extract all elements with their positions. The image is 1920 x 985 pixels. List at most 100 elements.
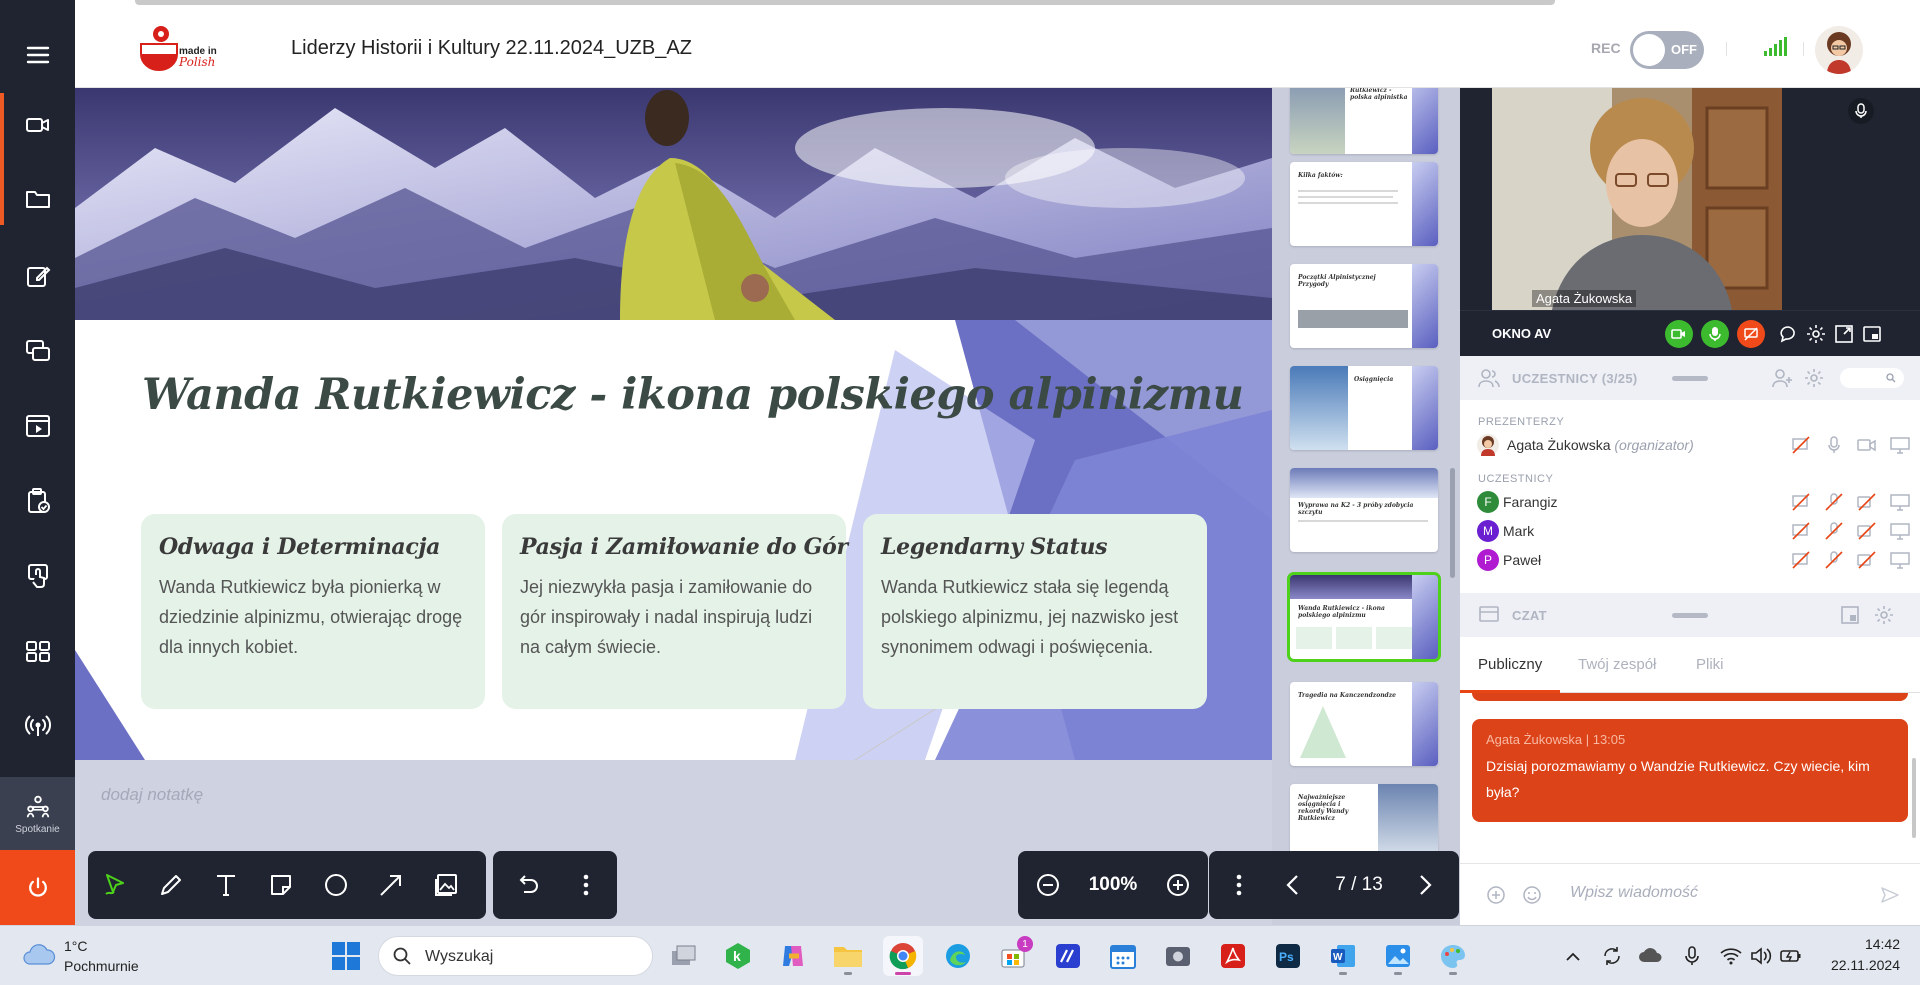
microphone-tray-icon[interactable] — [1680, 944, 1704, 968]
chat-message[interactable]: Agata Żukowska | 13:05 Dzisiaj porozmawi… — [1472, 719, 1908, 822]
resize-handle[interactable] — [1672, 376, 1708, 381]
taskbar-app-store[interactable]: 1 — [993, 936, 1033, 976]
slide-thumbnail[interactable]: Początki Alpinistycznej Przygody — [1290, 264, 1438, 348]
presenter-row[interactable]: Agata Żukowska (organizator) — [1477, 432, 1910, 458]
taskbar-app-explorer[interactable] — [828, 936, 868, 976]
av-settings-button[interactable] — [1804, 322, 1828, 346]
taskbar-app-photos[interactable] — [1378, 936, 1418, 976]
weather-description[interactable]: Pochmurnie — [64, 958, 139, 974]
taskbar-app-chrome[interactable] — [883, 936, 923, 976]
screen-share-toggle-button[interactable] — [1737, 320, 1765, 348]
participants-search[interactable] — [1840, 368, 1904, 388]
slide-options-button[interactable] — [1209, 851, 1269, 919]
chat-header[interactable]: CZAT — [1460, 593, 1920, 637]
chat-message-input[interactable] — [1570, 884, 1860, 902]
screen-share-off-icon[interactable] — [1789, 519, 1812, 542]
more-tools-button[interactable] — [561, 851, 611, 919]
gear-icon[interactable] — [1874, 605, 1894, 625]
chat-scrollbar[interactable] — [1912, 758, 1916, 838]
microphone-icon[interactable] — [1822, 433, 1845, 456]
monitor-icon[interactable] — [1888, 548, 1911, 571]
taskbar-search[interactable]: Wyszukaj — [378, 936, 653, 976]
sticky-note-tool-button[interactable] — [253, 851, 308, 919]
next-slide-button[interactable] — [1399, 851, 1449, 919]
taskbar-clock-date[interactable]: 22.11.2024 — [1820, 957, 1900, 973]
weather-temperature[interactable]: 1°C — [64, 938, 88, 954]
gear-icon[interactable] — [1804, 368, 1824, 388]
menu-button[interactable] — [0, 24, 75, 86]
send-icon[interactable] — [1880, 885, 1900, 905]
notes-placeholder[interactable]: dodaj notatkę — [101, 785, 203, 805]
detach-chat-icon[interactable] — [1840, 605, 1860, 625]
shape-tool-button[interactable] — [308, 851, 363, 919]
recording-toggle[interactable]: OFF — [1630, 31, 1704, 69]
camera-off-icon[interactable] — [1855, 490, 1878, 513]
presenter-video[interactable]: Agata Żukowska — [1492, 88, 1782, 310]
taskbar-app-photoshop[interactable]: Ps — [1268, 936, 1308, 976]
taskbar-clock-time[interactable]: 14:42 — [1820, 936, 1900, 952]
camera-off-icon[interactable] — [1855, 548, 1878, 571]
monitor-icon[interactable] — [1888, 519, 1911, 542]
add-attachment-icon[interactable] — [1486, 885, 1506, 905]
tab-team[interactable]: Twój zespół — [1578, 656, 1656, 673]
page-scrollbar[interactable] — [135, 0, 1555, 5]
monitor-icon[interactable] — [1888, 433, 1911, 456]
thumbnails-scrollbar[interactable] — [1450, 468, 1455, 578]
show-hidden-icons-button[interactable] — [1561, 944, 1585, 968]
tab-public[interactable]: Publiczny — [1478, 656, 1542, 673]
detach-window-button[interactable] — [1860, 322, 1884, 346]
microphone-off-icon[interactable] — [1822, 490, 1845, 513]
sidebar-item-surveys[interactable] — [0, 545, 75, 607]
sidebar-item-whiteboard[interactable] — [0, 245, 75, 307]
current-slide[interactable]: Wanda Rutkiewicz - ikona polskiego alpin… — [75, 88, 1272, 760]
camera-toggle-button[interactable] — [1665, 320, 1693, 348]
mic-toggle-button[interactable] — [1701, 320, 1729, 348]
zoom-in-button[interactable] — [1148, 851, 1208, 919]
slide-thumbnail[interactable]: Wanda Rutkiewicz - polska alpinistka — [1290, 88, 1438, 154]
volume-tray-icon[interactable] — [1749, 944, 1773, 968]
add-user-icon[interactable] — [1772, 368, 1794, 388]
select-tool-button[interactable] — [88, 851, 143, 919]
taskbar-task-view[interactable] — [664, 936, 704, 976]
user-avatar[interactable] — [1815, 26, 1863, 74]
taskbar-app-camera[interactable] — [1158, 936, 1198, 976]
previous-slide-button[interactable] — [1269, 851, 1319, 919]
undo-button[interactable] — [493, 851, 561, 919]
taskbar-app-paint[interactable] — [1433, 936, 1473, 976]
camera-off-icon[interactable] — [1855, 519, 1878, 542]
taskbar-app-word[interactable]: W — [1323, 936, 1363, 976]
taskbar-app-acrobat[interactable] — [1213, 936, 1253, 976]
slide-thumbnail[interactable]: Tragedia na Kanczendzondze — [1290, 682, 1438, 766]
sidebar-item-broadcast[interactable] — [0, 694, 75, 756]
participants-header[interactable]: UCZESTNICY (3/25) — [1460, 356, 1920, 400]
taskbar-app-copilot[interactable] — [773, 936, 813, 976]
sidebar-item-screens[interactable] — [0, 320, 75, 382]
signal-strength-icon[interactable] — [1763, 37, 1787, 57]
taskbar-app-edge[interactable] — [938, 936, 978, 976]
sidebar-item-apps[interactable] — [0, 620, 75, 682]
onedrive-tray-icon[interactable] — [1638, 944, 1662, 968]
microphone-off-icon[interactable] — [1822, 519, 1845, 542]
wifi-tray-icon[interactable] — [1719, 944, 1743, 968]
line-tool-button[interactable] — [363, 851, 418, 919]
sync-tray-icon[interactable] — [1600, 944, 1624, 968]
taskbar-app-kahoot[interactable]: k — [718, 936, 758, 976]
chat-bubble-button[interactable] — [1776, 322, 1800, 346]
participant-row[interactable]: M Mark — [1477, 518, 1910, 544]
pip-button[interactable] — [1832, 322, 1856, 346]
slide-thumbnail[interactable]: Kilka faktów: — [1290, 162, 1438, 246]
sidebar-item-meeting[interactable]: Spotkanie — [0, 777, 75, 850]
slide-thumbnail-active[interactable]: Wanda Rutkiewicz - ikona polskiego alpin… — [1287, 572, 1441, 662]
microphone-off-icon[interactable] — [1822, 548, 1845, 571]
emoji-icon[interactable] — [1522, 885, 1542, 905]
image-tool-button[interactable] — [418, 851, 473, 919]
cloud-weather-icon[interactable] — [22, 940, 56, 970]
text-tool-button[interactable] — [198, 851, 253, 919]
participant-row[interactable]: F Farangiz — [1477, 489, 1910, 515]
resize-handle[interactable] — [1672, 613, 1708, 618]
sidebar-item-media[interactable] — [0, 395, 75, 457]
screen-share-off-icon[interactable] — [1789, 490, 1812, 513]
taskbar-app-maths[interactable] — [1048, 936, 1088, 976]
leave-meeting-button[interactable] — [0, 850, 75, 925]
zoom-out-button[interactable] — [1018, 851, 1078, 919]
